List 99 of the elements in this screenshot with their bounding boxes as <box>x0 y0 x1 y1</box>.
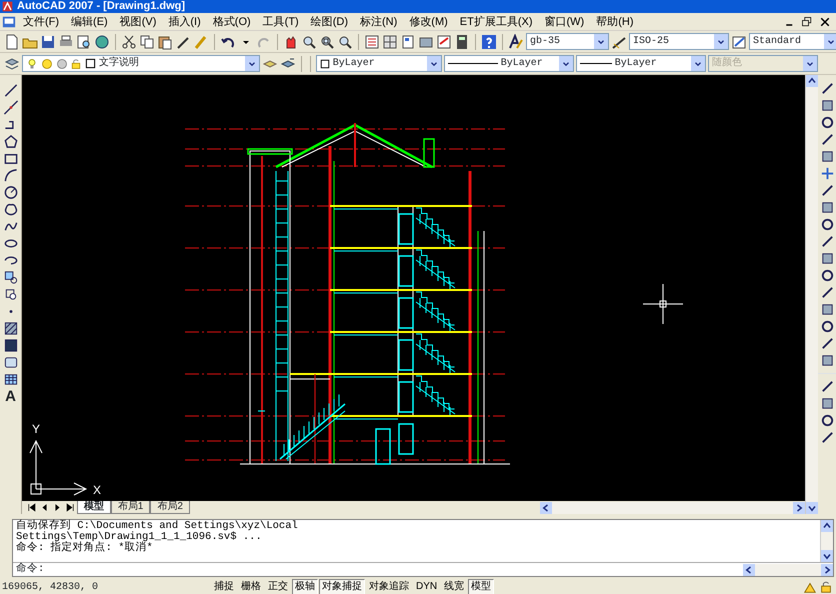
menu-item[interactable]: 修改(M) <box>404 14 453 30</box>
insert-block-icon[interactable] <box>2 270 18 285</box>
close-icon[interactable] <box>818 16 830 28</box>
sun-icon <box>40 58 53 70</box>
command-line-scrollbar[interactable] <box>743 564 833 576</box>
color-square-icon <box>320 58 330 68</box>
zoom-previous-icon[interactable] <box>337 34 353 50</box>
layer-dropdown[interactable]: 文字说明 <box>22 55 260 72</box>
tool-palette-icon[interactable] <box>400 34 416 50</box>
zoom-realtime-icon[interactable] <box>301 34 317 50</box>
lineweight-dropdown[interactable]: ByLayer <box>576 55 706 72</box>
lock-icon <box>70 58 82 70</box>
plot-style-dropdown-value: 随颜色 <box>712 56 742 71</box>
menu-item[interactable]: 文件(F) <box>18 14 64 30</box>
rectangle-icon[interactable] <box>2 151 18 166</box>
table-style-icon[interactable] <box>731 34 747 50</box>
command-history-line: 自动保存到 C:\Documents and Settings\xyz\Local <box>16 521 299 532</box>
status-toggle[interactable]: 捕捉 <box>211 579 237 594</box>
menu-item[interactable]: 插入(I) <box>163 14 206 30</box>
status-toggle[interactable]: 栅格 <box>238 579 264 594</box>
paste-icon[interactable] <box>157 34 173 50</box>
menu-item[interactable]: 窗口(W) <box>540 14 590 30</box>
properties-icon[interactable] <box>364 34 380 50</box>
status-toggle[interactable]: 对象捕捉 <box>319 579 365 594</box>
table-icon[interactable] <box>2 372 18 387</box>
linetype-dropdown[interactable]: ByLayer <box>444 55 574 72</box>
design-center-icon[interactable] <box>382 34 398 50</box>
magnifier-page-icon[interactable] <box>76 34 92 50</box>
app-icon <box>2 1 13 12</box>
layout-tab[interactable]: 模型 <box>76 501 111 514</box>
markup-icon[interactable] <box>436 34 452 50</box>
layer-name: 文字说明 <box>98 56 139 71</box>
layout-tab[interactable]: 布局2 <box>150 501 190 514</box>
copy-icon[interactable] <box>139 34 155 50</box>
construction-line-icon[interactable] <box>2 100 18 115</box>
color-dropdown[interactable]: ByLayer <box>316 55 442 72</box>
crosshair-cursor-icon <box>642 284 684 324</box>
status-toggle[interactable]: 模型 <box>468 579 494 594</box>
dimension-style-dropdown-value: ISO-25 <box>633 35 670 49</box>
status-toggle[interactable]: DYN <box>413 579 440 594</box>
menu-item[interactable]: 视图(V) <box>114 14 162 30</box>
horizontal-scrollbar[interactable] <box>540 502 805 514</box>
save-icon[interactable] <box>40 34 56 50</box>
layers-icon[interactable] <box>4 56 20 72</box>
globe-icon[interactable] <box>94 34 110 50</box>
axis-label: Y <box>32 421 40 438</box>
line-sample-icon <box>448 63 498 64</box>
region-icon[interactable] <box>2 355 18 370</box>
menu-item[interactable]: 工具(T) <box>258 14 304 30</box>
text-style-dropdown-value: gb-35 <box>530 34 560 49</box>
coordinates-readout: 169065, 42830, 0 <box>2 580 100 594</box>
text-style-dropdown[interactable]: gb-35 <box>526 33 609 50</box>
vertical-scrollbar[interactable] <box>805 75 818 514</box>
scissors-icon[interactable] <box>121 34 137 50</box>
menu-item[interactable]: 绘图(D) <box>306 14 353 30</box>
axis-label: X <box>93 482 102 499</box>
status-toggle[interactable]: 对象追踪 <box>366 579 412 594</box>
circle-icon[interactable] <box>2 185 18 200</box>
lineweight-dropdown-value: ByLayer <box>614 57 657 71</box>
cloud-icon[interactable] <box>2 202 18 217</box>
color-square-icon <box>85 58 96 69</box>
restore-icon[interactable] <box>801 16 813 28</box>
color-dropdown-value: ByLayer <box>332 57 375 71</box>
line-icon[interactable] <box>2 83 18 98</box>
table-style-dropdown-value: Standard <box>753 34 802 49</box>
dimension-style-dropdown[interactable]: ISO-25 <box>629 33 729 50</box>
calculator-icon[interactable] <box>454 34 470 50</box>
menu-item[interactable]: 标注(N) <box>355 14 402 30</box>
lightbulb-icon <box>26 58 38 70</box>
command-prompt: 命令: <box>16 562 44 577</box>
move-icon[interactable] <box>820 166 834 181</box>
command-scrollbar[interactable] <box>820 520 833 562</box>
gradient-icon[interactable] <box>2 338 18 353</box>
help-icon[interactable] <box>481 34 497 50</box>
status-toggle[interactable]: 极轴 <box>292 579 318 594</box>
menu-item[interactable]: 帮助(H) <box>591 14 639 30</box>
new-file-icon[interactable] <box>4 34 20 50</box>
menu-item[interactable]: ET扩展工具(X) <box>454 14 538 30</box>
arc-icon[interactable] <box>2 168 18 183</box>
ucs-axes-icon <box>30 440 88 496</box>
hatch-icon[interactable] <box>2 321 18 336</box>
layout-tab[interactable]: 布局1 <box>110 501 150 514</box>
menu-item[interactable]: 格式(O) <box>208 14 256 30</box>
line-sample-icon <box>580 63 612 64</box>
window-title: AutoCAD 2007 - [Drawing1.dwg] <box>17 0 186 13</box>
status-toggle[interactable]: 线宽 <box>441 579 468 594</box>
table-style-dropdown[interactable]: Standard <box>749 33 836 50</box>
app-menu-icon[interactable] <box>2 14 16 28</box>
linetype-dropdown-value: ByLayer <box>500 57 543 71</box>
menu-item[interactable]: 编辑(E) <box>66 14 113 30</box>
communication-center-icon[interactable] <box>802 580 816 594</box>
status-toggle[interactable]: 正交 <box>265 579 291 594</box>
lock-icon[interactable] <box>819 580 834 594</box>
command-history-line: Settings\Temp\Drawing1_1_1_1096.sv$ ... <box>16 532 263 543</box>
text-tool-glyph[interactable]: A <box>5 389 16 405</box>
command-history-line: 命令: 指定对角点: *取消* <box>16 543 153 554</box>
zoom-window-icon[interactable] <box>319 34 335 50</box>
polygon-icon[interactable] <box>2 134 18 149</box>
text-style-icon[interactable] <box>508 34 524 50</box>
